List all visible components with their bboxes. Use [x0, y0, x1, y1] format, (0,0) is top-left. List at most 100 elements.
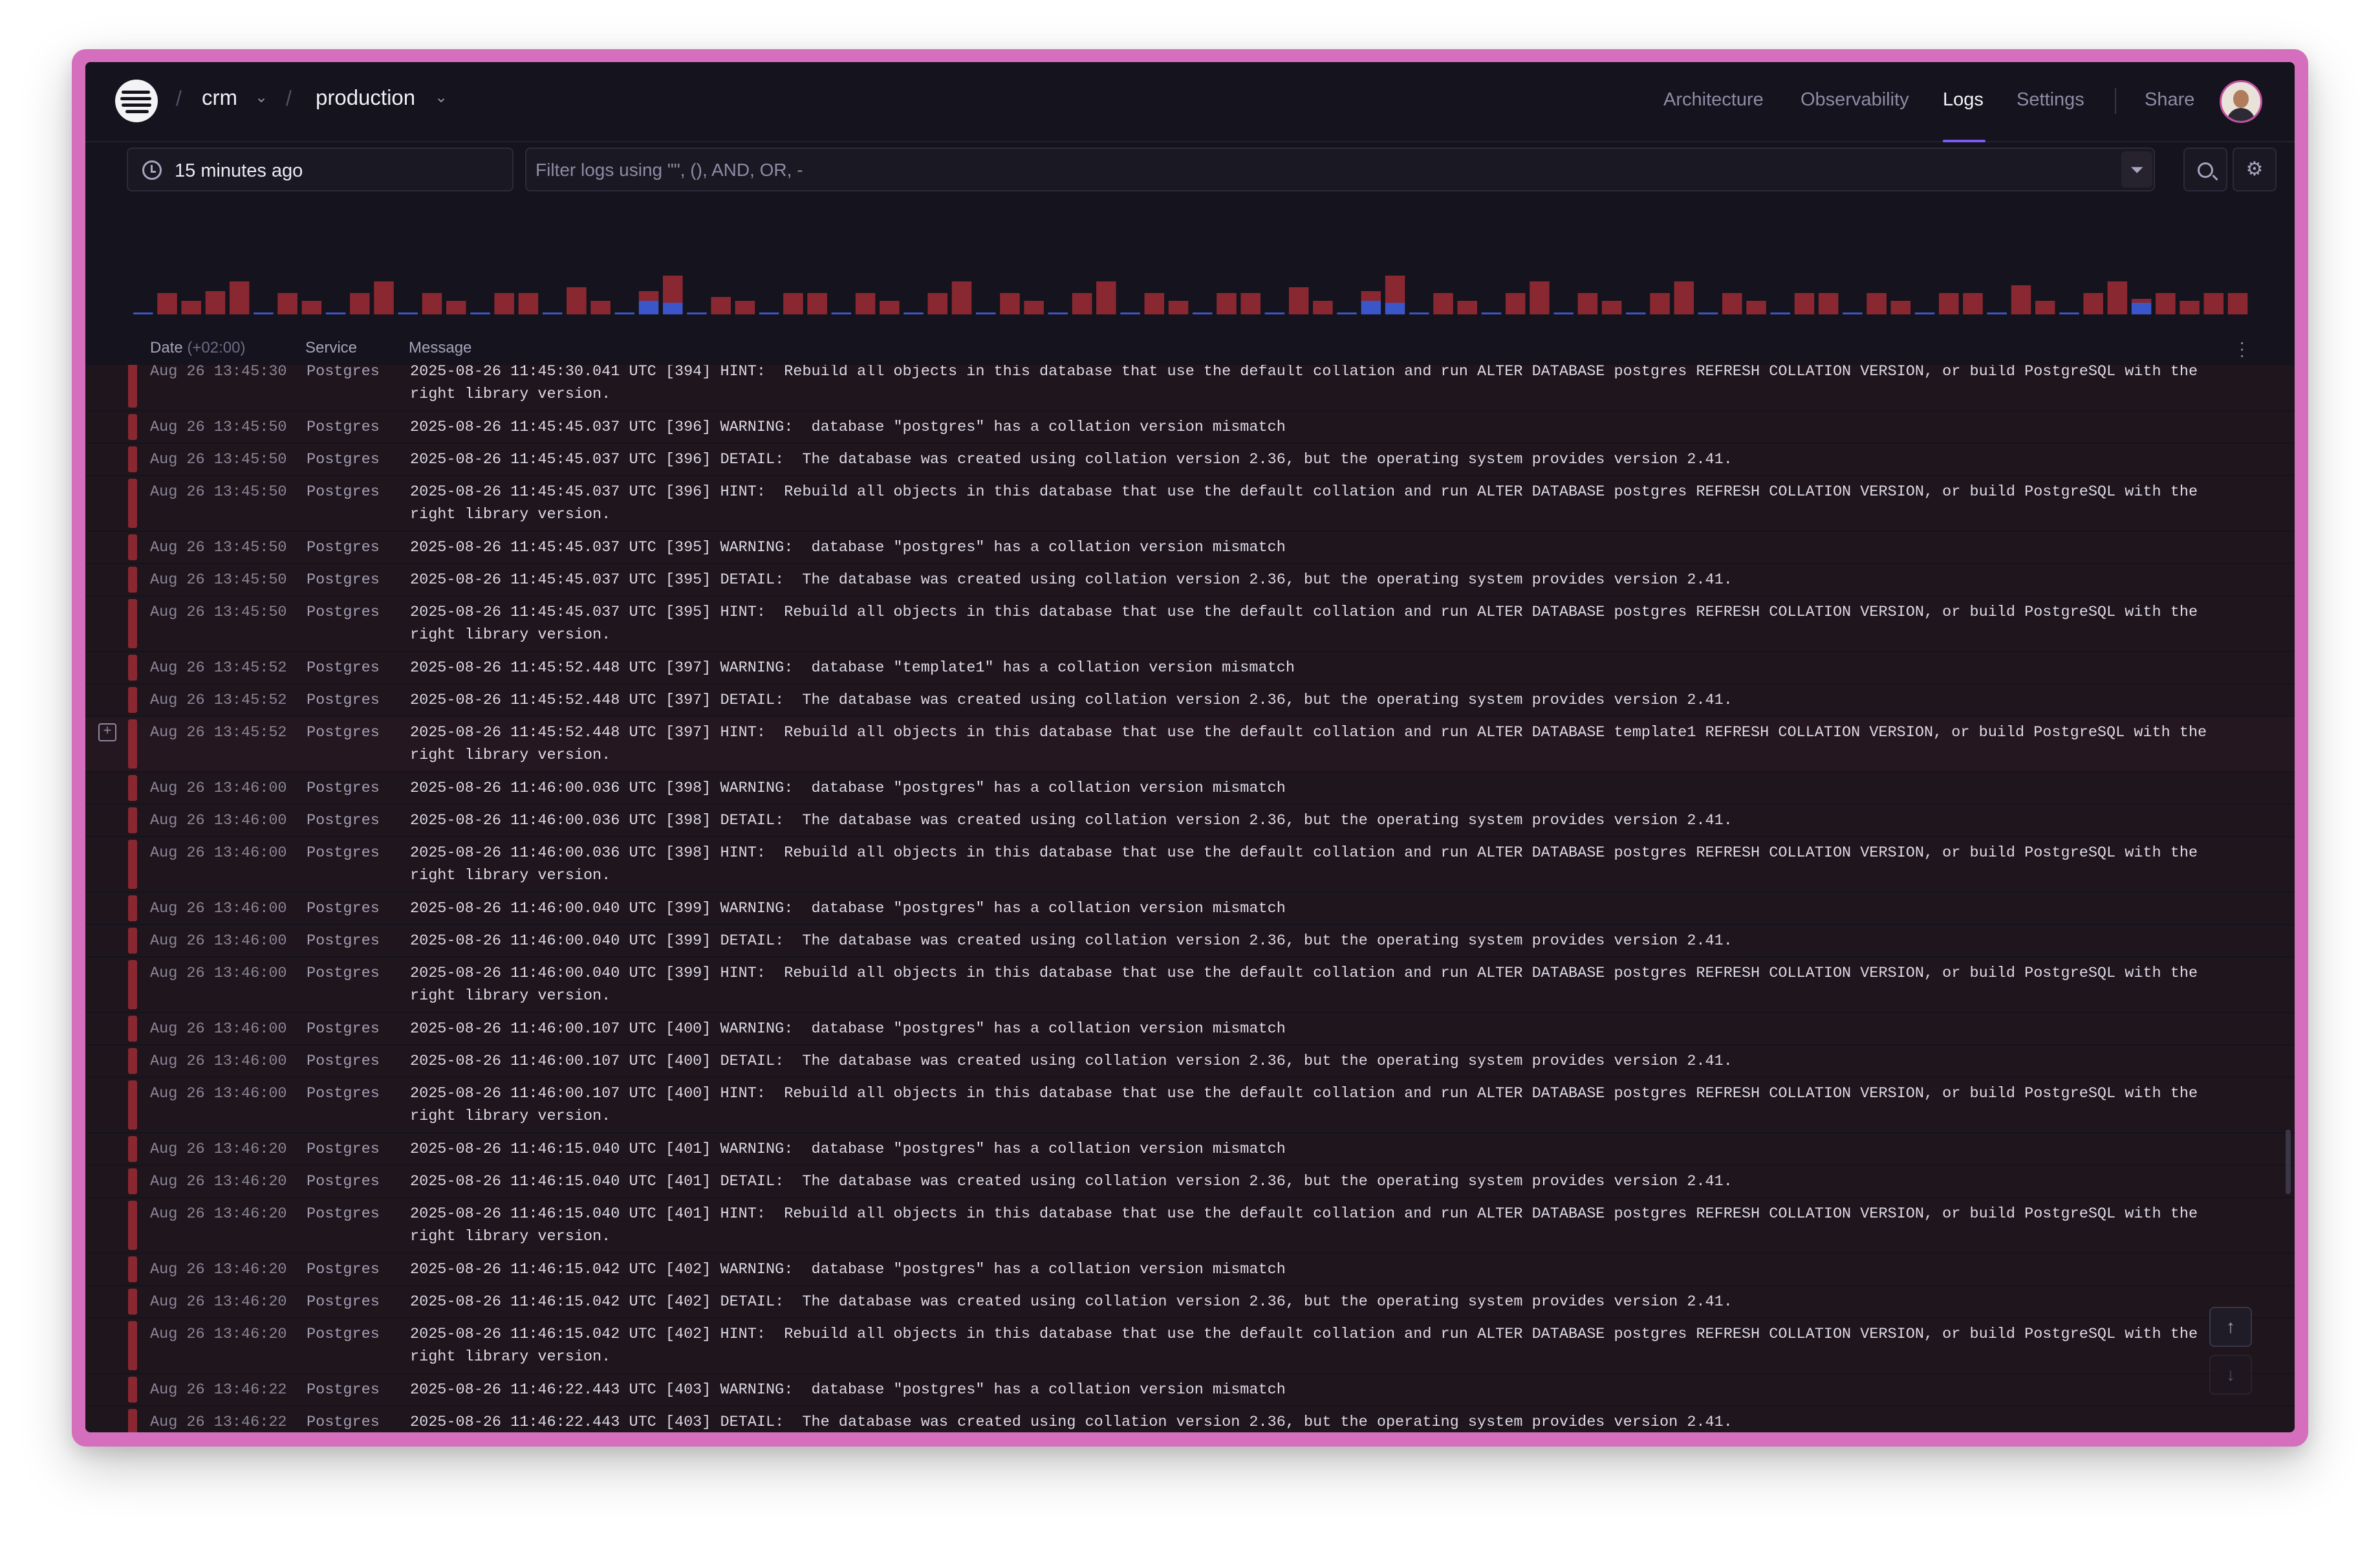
column-service[interactable]: Service [305, 339, 357, 357]
app-logo-icon[interactable] [115, 80, 158, 122]
histogram-bar-info[interactable] [831, 312, 852, 314]
histogram-bar-error[interactable] [1505, 293, 1526, 314]
histogram-bar-error[interactable] [1024, 301, 1044, 314]
scroll-to-top-button[interactable]: ↑ [2209, 1307, 2252, 1347]
histogram-bar-info[interactable] [1914, 312, 1935, 314]
histogram-bar-error[interactable] [374, 281, 394, 314]
histogram-bar-info[interactable] [1385, 303, 1405, 314]
expand-row-icon[interactable]: + [98, 723, 116, 741]
filter-input[interactable]: Filter logs using "", (), AND, OR, - [525, 148, 2155, 191]
histogram-bar-error[interactable] [927, 293, 948, 314]
kebab-icon[interactable]: · · · [2239, 333, 2245, 364]
nav-logs[interactable]: Logs [1943, 89, 1984, 111]
histogram-bar-error[interactable] [1240, 293, 1260, 314]
histogram-bar-info[interactable] [2131, 303, 2152, 314]
log-row[interactable]: Aug 26 13:45:52 Postgres 2025-08-26 11:45:… [85, 652, 2295, 683]
log-row[interactable]: Aug 26 13:46:20 Postgres 2025-08-26 11:46:… [85, 1318, 2295, 1373]
histogram-bar-error[interactable] [638, 291, 659, 301]
log-row[interactable]: Aug 26 13:46:22 Postgres 2025-08-26 11:46:… [85, 1406, 2295, 1432]
histogram-bar-info[interactable] [638, 301, 659, 314]
share-button[interactable]: Share [2145, 89, 2194, 111]
histogram-bar-info[interactable] [470, 312, 490, 314]
histogram-bar-info[interactable] [2059, 312, 2079, 314]
histogram-bar-error[interactable] [2035, 301, 2055, 314]
histogram-bar-info[interactable] [975, 312, 996, 314]
histogram-bar-error[interactable] [301, 301, 322, 314]
histogram-bar-error[interactable] [2083, 293, 2103, 314]
histogram-bar-error[interactable] [446, 301, 466, 314]
histogram-bar-error[interactable] [205, 291, 226, 314]
histogram-bar-info[interactable] [759, 312, 779, 314]
histogram-bar-error[interactable] [277, 293, 298, 314]
histogram-bar-error[interactable] [1939, 293, 1959, 314]
filter-icon[interactable]: ⏷ [2121, 151, 2152, 188]
histogram-bar-error[interactable] [1963, 293, 1983, 314]
histogram-bar-info[interactable] [1987, 312, 2007, 314]
histogram-bar-info[interactable] [1193, 312, 1213, 314]
histogram-bar-error[interactable] [1000, 293, 1020, 314]
histogram-bar-error[interactable] [1722, 293, 1742, 314]
histogram-bar-info[interactable] [1120, 312, 1140, 314]
histogram-bar-error[interactable] [2180, 301, 2200, 314]
histogram-bar-info[interactable] [1337, 312, 1357, 314]
histogram-bar-error[interactable] [1313, 301, 1333, 314]
histogram-bar-error[interactable] [2107, 281, 2128, 314]
chevron-down-icon[interactable]: ⌄ [435, 88, 448, 107]
scrollbar-thumb[interactable] [2286, 1130, 2291, 1194]
histogram-bar-info[interactable] [1770, 312, 1790, 314]
log-row[interactable]: Aug 26 13:45:50 Postgres 2025-08-26 11:45:… [85, 411, 2295, 443]
histogram-bar-info[interactable] [663, 303, 683, 314]
histogram-bar-info[interactable] [398, 312, 418, 314]
histogram-bar-error[interactable] [735, 301, 755, 314]
histogram-bar-error[interactable] [494, 293, 514, 314]
log-row[interactable]: Aug 26 13:46:00 Postgres 2025-08-26 11:46:… [85, 893, 2295, 924]
histogram-bar-error[interactable] [2156, 293, 2176, 314]
histogram-bar-error[interactable] [1530, 281, 1550, 314]
histogram-bar-info[interactable] [1553, 312, 1574, 314]
log-row[interactable]: Aug 26 13:45:50 Postgres 2025-08-26 11:45:… [85, 564, 2295, 595]
histogram-bar-error[interactable] [1674, 281, 1694, 314]
histogram-bar-error[interactable] [518, 293, 539, 314]
histogram-bar-info[interactable] [1843, 312, 1863, 314]
histogram-bar-error[interactable] [1794, 293, 1815, 314]
histogram-bar-info[interactable] [903, 312, 924, 314]
log-row[interactable]: Aug 26 13:45:30 Postgres 2025-08-26 11:45:… [85, 365, 2295, 410]
histogram-bar-error[interactable] [711, 297, 731, 314]
breadcrumb-project[interactable]: crm [202, 85, 237, 110]
log-row[interactable]: Aug 26 13:46:00 Postgres 2025-08-26 11:46:… [85, 837, 2295, 891]
histogram-bar-info[interactable] [687, 312, 707, 314]
histogram-bar-info[interactable] [1698, 312, 1718, 314]
histogram-bar-error[interactable] [1385, 276, 1405, 303]
histogram-bar-error[interactable] [1890, 301, 1911, 314]
histogram-bar-error[interactable] [1168, 301, 1189, 314]
nav-architecture[interactable]: Architecture [1663, 89, 1764, 111]
column-message[interactable]: Message [409, 339, 471, 357]
histogram-bar-info[interactable] [1481, 312, 1502, 314]
scroll-to-bottom-button[interactable]: ↓ [2209, 1355, 2252, 1395]
histogram-bar-error[interactable] [1288, 287, 1309, 314]
histogram-bar-error[interactable] [1866, 293, 1887, 314]
log-row[interactable]: Aug 26 13:45:50 Postgres 2025-08-26 11:45:… [85, 444, 2295, 475]
histogram-bar-error[interactable] [1096, 281, 1116, 314]
log-row[interactable]: Aug 26 13:45:52 Postgres 2025-08-26 11:45:… [85, 684, 2295, 716]
histogram-bar-error[interactable] [350, 293, 370, 314]
log-row[interactable]: Aug 26 13:46:20 Postgres 2025-08-26 11:46:… [85, 1286, 2295, 1317]
histogram-bar-info[interactable] [133, 312, 153, 314]
log-row[interactable]: Aug 26 13:46:20 Postgres 2025-08-26 11:46:… [85, 1198, 2295, 1252]
histogram-bar-info[interactable] [1264, 312, 1285, 314]
search-button[interactable] [2183, 148, 2227, 191]
histogram-bar-error[interactable] [1818, 293, 1839, 314]
log-row[interactable]: Aug 26 13:46:00 Postgres 2025-08-26 11:46:… [85, 805, 2295, 836]
histogram-bar-error[interactable] [181, 301, 201, 314]
histogram-bar-info[interactable] [325, 312, 346, 314]
log-row[interactable]: Aug 26 13:46:00 Postgres 2025-08-26 11:46:… [85, 925, 2295, 956]
histogram-bar-info[interactable] [1048, 312, 1068, 314]
log-row[interactable]: Aug 26 13:45:50 Postgres 2025-08-26 11:45:… [85, 532, 2295, 563]
histogram-bar-error[interactable] [422, 293, 442, 314]
histogram-bar-error[interactable] [807, 293, 827, 314]
histogram-bar-info[interactable] [542, 312, 563, 314]
histogram-bar-error[interactable] [590, 301, 611, 314]
histogram-bar-error[interactable] [1361, 291, 1381, 301]
histogram-bar-error[interactable] [1746, 301, 1766, 314]
histogram-bar-error[interactable] [1217, 293, 1237, 314]
